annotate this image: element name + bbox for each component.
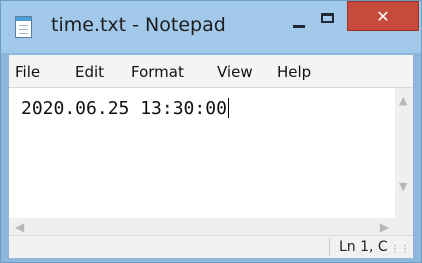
menu-file[interactable]: File (15, 63, 40, 81)
cursor-position: Ln 1, C (339, 239, 388, 255)
horizontal-scrollbar[interactable]: ◀ ▶ (9, 218, 395, 236)
chevron-down-icon[interactable]: ▼ (399, 180, 407, 193)
menu-bar: File Edit Format View Help (9, 55, 413, 87)
chevron-right-icon[interactable]: ▶ (380, 220, 389, 234)
title-bar[interactable]: time.txt - Notepad ✕ (1, 1, 421, 53)
resize-grip-icon[interactable]: ⋮⋮ (390, 244, 410, 255)
minimize-icon[interactable] (283, 1, 315, 33)
editor-text[interactable]: 2020.06.25 13:30:00 (21, 98, 229, 119)
maximize-icon[interactable] (315, 1, 347, 33)
notepad-icon[interactable] (15, 16, 32, 38)
status-bar: Ln 1, C ⋮⋮ (9, 235, 413, 258)
close-icon[interactable]: ✕ (347, 1, 419, 31)
scrollbar-corner (395, 208, 413, 236)
menu-edit[interactable]: Edit (75, 63, 104, 81)
menu-help[interactable]: Help (277, 63, 311, 81)
editor-content: 2020.06.25 13:30:00 (21, 98, 227, 119)
chevron-left-icon[interactable]: ◀ (15, 220, 24, 234)
window-title: time.txt - Notepad (51, 14, 226, 36)
text-editor[interactable]: 2020.06.25 13:30:00 ▲ ▼ ◀ ▶ (9, 87, 413, 236)
vertical-scrollbar[interactable]: ▲ ▼ (395, 88, 413, 208)
menu-format[interactable]: Format (131, 63, 184, 81)
chevron-up-icon[interactable]: ▲ (399, 94, 407, 107)
status-divider (329, 238, 330, 256)
menu-view[interactable]: View (217, 63, 253, 81)
text-caret (227, 98, 229, 118)
notepad-window: time.txt - Notepad ✕ File Edit Format Vi… (0, 0, 422, 263)
